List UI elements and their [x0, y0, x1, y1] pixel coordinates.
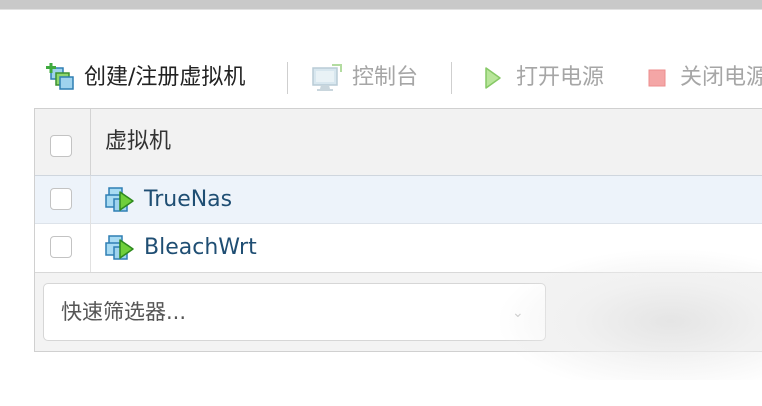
vm-grid: 虚拟机 TrueNas BleachWrt 快速筛选器... ⌄	[34, 108, 762, 352]
play-icon	[485, 67, 501, 89]
power-off-button[interactable]: 关闭电源	[646, 58, 762, 98]
vm-toolbar: 创建/注册虚拟机 控制台 打开电源 关闭电源	[44, 58, 762, 98]
toolbar-separator	[451, 62, 452, 94]
console-button[interactable]: 控制台	[310, 58, 418, 98]
quick-filter-placeholder: 快速筛选器...	[61, 300, 187, 324]
console-monitor-icon	[312, 64, 342, 91]
power-on-button[interactable]: 打开电源	[482, 58, 604, 98]
table-row[interactable]: BleachWrt	[35, 224, 762, 273]
create-register-vm-button[interactable]: 创建/注册虚拟机	[44, 58, 245, 98]
row-select-column	[35, 224, 91, 272]
vm-name-link[interactable]: TrueNas	[144, 176, 232, 224]
row-checkbox[interactable]	[50, 188, 72, 210]
column-header-vm[interactable]: 虚拟机	[105, 109, 171, 175]
create-register-vm-label: 创建/注册虚拟机	[84, 65, 246, 90]
table-row[interactable]: TrueNas	[35, 176, 762, 224]
grid-footer: 快速筛选器... ⌄	[35, 273, 762, 351]
grid-header: 虚拟机	[35, 109, 762, 176]
toolbar-separator	[287, 62, 288, 94]
top-divider	[0, 9, 762, 10]
row-checkbox[interactable]	[50, 236, 72, 258]
vm-running-icon	[105, 235, 134, 260]
quick-filter-input[interactable]: 快速筛选器... ⌄	[43, 283, 546, 341]
power-off-label: 关闭电源	[680, 65, 762, 90]
create-vm-icon	[46, 63, 74, 90]
power-on-label: 打开电源	[516, 65, 605, 90]
vm-name-link[interactable]: BleachWrt	[144, 224, 257, 272]
row-select-column	[35, 176, 91, 224]
chevron-down-icon[interactable]: ⌄	[512, 305, 524, 321]
select-all-column	[35, 109, 91, 175]
stop-square-icon	[648, 69, 666, 87]
console-label: 控制台	[352, 65, 419, 90]
select-all-checkbox[interactable]	[50, 135, 72, 157]
vm-running-icon	[105, 187, 134, 212]
window-top-bar	[0, 0, 762, 9]
